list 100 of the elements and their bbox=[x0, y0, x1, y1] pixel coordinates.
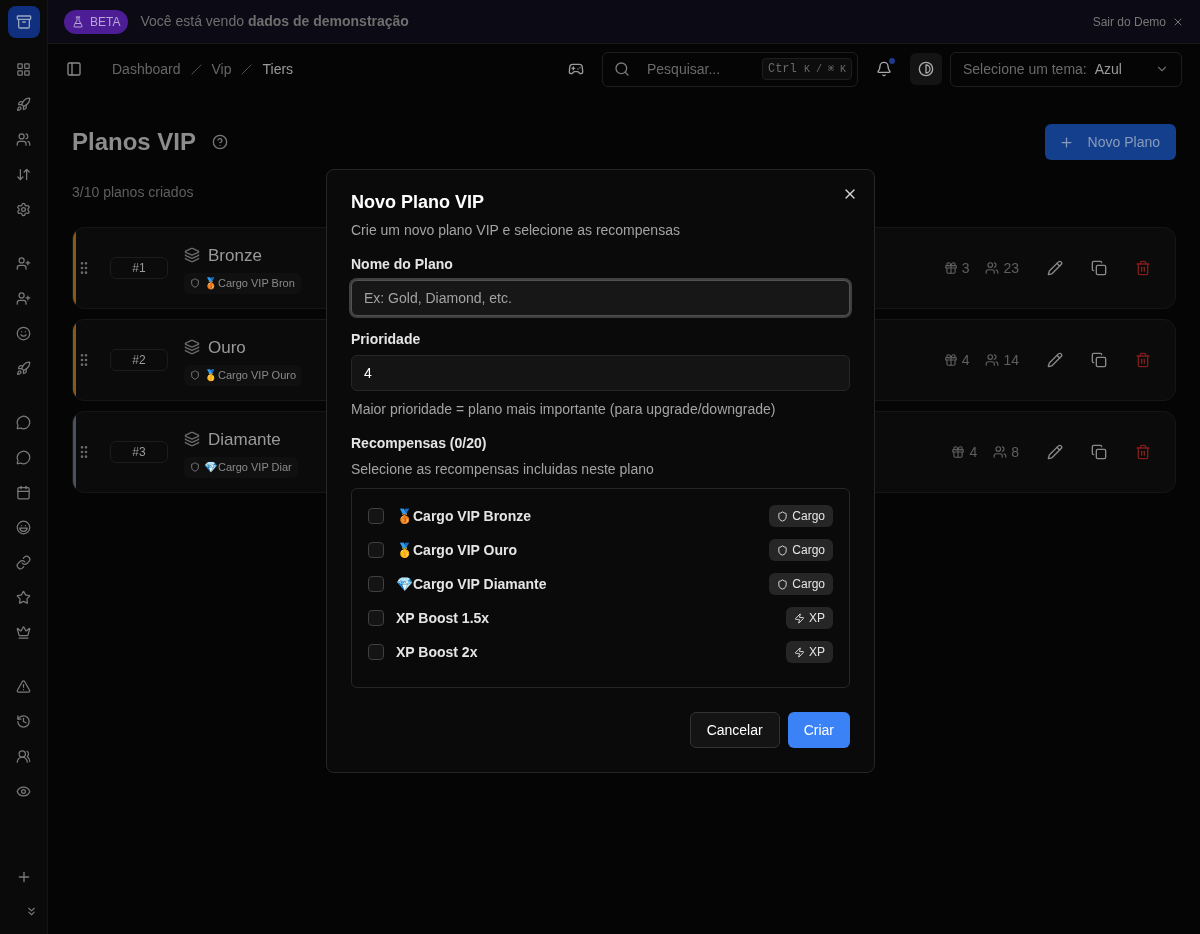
rank-label: #3 bbox=[110, 441, 168, 463]
laugh-icon[interactable] bbox=[16, 520, 31, 535]
grid-icon[interactable] bbox=[16, 62, 31, 77]
warning-icon[interactable] bbox=[16, 679, 31, 694]
demo-message: Você está vendo dados de demonstração bbox=[140, 12, 409, 31]
priority-hint: Maior prioridade = plano mais importante (para upgrade/downgrade) bbox=[351, 400, 777, 419]
lightning-icon bbox=[794, 646, 805, 658]
link-icon[interactable] bbox=[16, 555, 31, 570]
settings-icon[interactable] bbox=[16, 202, 31, 217]
notifications-bell-icon[interactable] bbox=[876, 61, 892, 77]
reward-checkbox[interactable] bbox=[368, 610, 384, 626]
reward-checkbox[interactable] bbox=[368, 576, 384, 592]
shield-icon bbox=[190, 278, 200, 289]
plan-name: Ouro bbox=[208, 336, 246, 359]
create-button[interactable]: Criar bbox=[787, 712, 850, 748]
edit-icon[interactable] bbox=[1047, 352, 1063, 368]
plans-count: 3/10 planos criados bbox=[72, 183, 194, 202]
members-count: 23 bbox=[1003, 258, 1019, 278]
reward-chip: 🥇Cargo VIP Ouro bbox=[184, 365, 303, 386]
reward-tag: Cargo bbox=[769, 505, 833, 527]
reward-label: 🥉Cargo VIP Bronze bbox=[396, 506, 531, 526]
rank-label: #1 bbox=[110, 257, 168, 279]
reward-chip: 🥉Cargo VIP Bron bbox=[184, 273, 301, 294]
field-label: Nome do Plano bbox=[351, 255, 454, 274]
theme-toggle-button[interactable] bbox=[910, 53, 942, 85]
reward-chip: 💎Cargo VIP Diar bbox=[184, 457, 298, 478]
chevrons-down-icon[interactable] bbox=[25, 905, 38, 918]
reward-label: 🥇Cargo VIP Ouro bbox=[396, 540, 517, 560]
search-icon bbox=[614, 60, 630, 77]
sort-arrows-icon[interactable] bbox=[16, 167, 31, 182]
reward-label: 💎Cargo VIP Diamante bbox=[396, 574, 547, 594]
group-icon[interactable] bbox=[16, 749, 31, 764]
edit-icon[interactable] bbox=[1047, 444, 1063, 460]
help-icon[interactable] bbox=[212, 134, 229, 150]
rewards-count: 4 bbox=[961, 350, 970, 370]
users-icon bbox=[985, 261, 1000, 275]
chat-bubble-icon[interactable] bbox=[16, 415, 31, 430]
rewards-description: Selecione as recompensas incluidas neste plano bbox=[351, 460, 655, 479]
reward-tag: XP bbox=[786, 607, 833, 629]
exit-demo-button[interactable]: Sair do Demo bbox=[1092, 12, 1184, 31]
dialog-description: Crie um novo plano VIP e selecione as recompensas bbox=[351, 221, 681, 240]
rewards-count: 3 bbox=[961, 258, 970, 278]
new-plan-button[interactable]: Novo Plano bbox=[1044, 124, 1176, 160]
layers-icon bbox=[184, 431, 200, 448]
edit-icon[interactable] bbox=[1047, 260, 1063, 276]
eye-icon[interactable] bbox=[16, 784, 31, 799]
dialog-title: Novo Plano VIP bbox=[351, 191, 486, 214]
plan-name-field[interactable]: Ex: Gold, Diamond, etc. bbox=[351, 280, 850, 316]
shield-icon bbox=[777, 544, 789, 556]
copy-icon[interactable] bbox=[1091, 444, 1107, 460]
users-icon bbox=[985, 353, 1000, 367]
users-icon[interactable] bbox=[16, 132, 31, 147]
shield-icon bbox=[190, 462, 200, 473]
members-count: 8 bbox=[1011, 442, 1019, 462]
reward-checkbox[interactable] bbox=[368, 644, 384, 660]
field-label: Recompensas (0/20) bbox=[351, 434, 488, 453]
reward-checkbox[interactable] bbox=[368, 542, 384, 558]
reward-label: XP Boost 1.5x bbox=[396, 608, 490, 628]
separator-icon bbox=[241, 63, 253, 75]
shield-icon bbox=[190, 370, 200, 381]
priority-field[interactable]: 4 bbox=[351, 355, 850, 391]
rewards-count: 4 bbox=[969, 442, 978, 462]
reward-label: XP Boost 2x bbox=[396, 642, 478, 662]
layers-icon bbox=[184, 339, 200, 356]
reward-tag: Cargo bbox=[769, 539, 833, 561]
breadcrumb-link[interactable]: Dashboard bbox=[112, 58, 181, 80]
user-plus-icon[interactable] bbox=[16, 256, 31, 271]
plan-name: Bronze bbox=[208, 244, 262, 267]
smile-icon[interactable] bbox=[16, 326, 31, 341]
users-icon bbox=[993, 445, 1008, 459]
gift-icon bbox=[943, 353, 958, 367]
rocket-icon[interactable] bbox=[16, 97, 31, 112]
plan-name: Diamante bbox=[208, 428, 281, 451]
chat-bubble-icon[interactable] bbox=[16, 450, 31, 465]
star-icon[interactable] bbox=[16, 590, 31, 605]
breadcrumb-link[interactable]: Vip bbox=[211, 58, 232, 80]
reward-checkbox[interactable] bbox=[368, 508, 384, 524]
copy-icon[interactable] bbox=[1091, 352, 1107, 368]
gamepad-icon[interactable] bbox=[568, 61, 584, 77]
shield-icon bbox=[777, 578, 789, 590]
calendar-icon[interactable] bbox=[16, 485, 31, 500]
beta-badge: BETA bbox=[64, 9, 129, 34]
app-logo-icon[interactable] bbox=[7, 6, 40, 38]
cancel-button[interactable]: Cancelar bbox=[689, 712, 780, 748]
shield-icon bbox=[777, 510, 789, 522]
page-title: Planos VIP bbox=[72, 127, 197, 157]
contrast-icon[interactable] bbox=[918, 61, 934, 77]
copy-icon[interactable] bbox=[1091, 260, 1107, 276]
rank-label: #2 bbox=[110, 349, 168, 371]
sidebar-toggle-icon[interactable] bbox=[66, 61, 82, 77]
gift-icon bbox=[951, 445, 966, 459]
rocket-icon[interactable] bbox=[16, 361, 31, 376]
plus-icon[interactable] bbox=[1058, 134, 1074, 150]
layers-icon bbox=[184, 247, 200, 264]
field-label: Prioridade bbox=[351, 330, 422, 349]
history-icon[interactable] bbox=[16, 714, 31, 729]
separator-icon bbox=[190, 63, 202, 75]
crown-icon[interactable] bbox=[16, 625, 31, 640]
theme-select[interactable]: Selecione um tema: Azul bbox=[950, 51, 1182, 87]
user-plus-icon[interactable] bbox=[16, 291, 31, 306]
